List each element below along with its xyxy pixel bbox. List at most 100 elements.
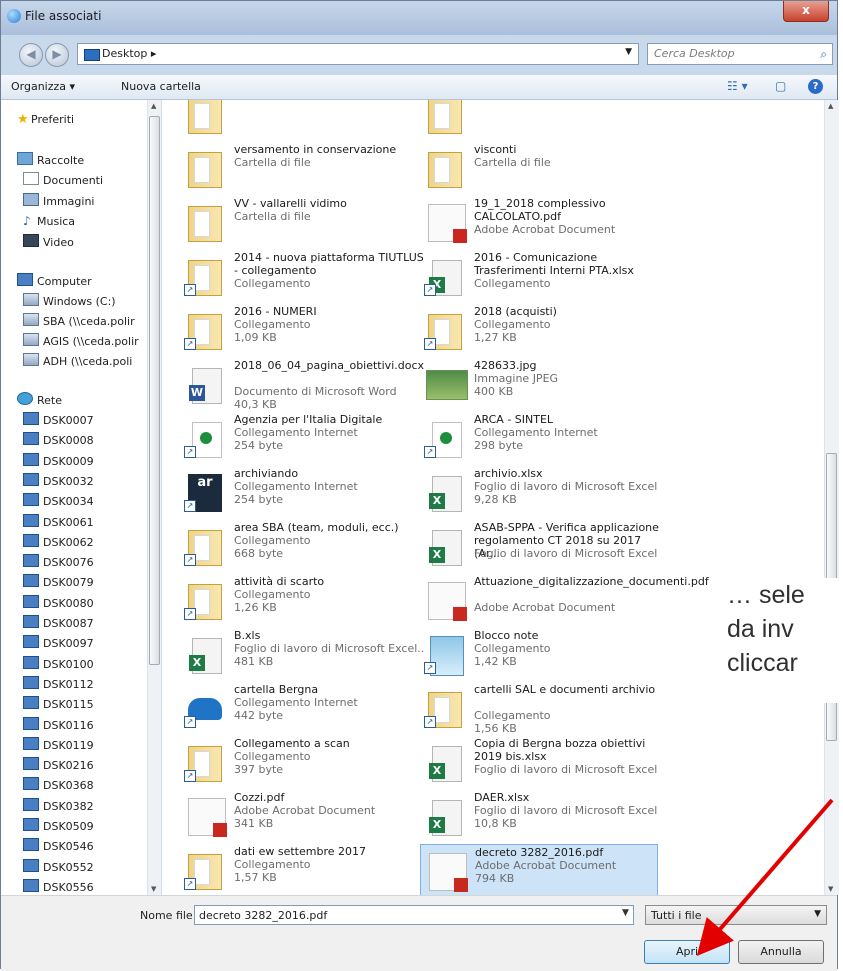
breadcrumb-chevron-icon[interactable]: ▸ bbox=[151, 47, 157, 60]
nav-host-dsk0061[interactable]: DSK0061 bbox=[23, 513, 94, 529]
scroll-up-icon[interactable]: ▲ bbox=[151, 102, 156, 110]
back-button[interactable]: ◀ bbox=[19, 43, 43, 67]
scroll-down-icon[interactable]: ▼ bbox=[151, 885, 156, 893]
file-item[interactable]: 428633.jpg Immagine JPEG 400 KB bbox=[420, 358, 658, 410]
scroll-down-icon[interactable]: ▼ bbox=[828, 885, 833, 893]
breadcrumb-desktop[interactable]: Desktop bbox=[102, 47, 147, 60]
file-item[interactable]: ↗ Collegamento a scan Collegamento 397 byte bbox=[180, 736, 418, 788]
close-button[interactable]: x bbox=[783, 1, 829, 22]
file-item[interactable]: decreto 3282_2016.pdf Adobe Acrobat Docum… bbox=[420, 844, 658, 895]
file-item[interactable]: Cartella di file bbox=[420, 100, 658, 140]
file-item[interactable]: ar ↗ archiviando Collegamento Internet 254 b… bbox=[180, 466, 418, 518]
nav-host-dsk0008[interactable]: DSK0008 bbox=[23, 432, 94, 447]
file-item[interactable]: X ↗ 2016 - Comunicazione Trasferimenti Int… bbox=[420, 250, 658, 302]
file-item[interactable]: ↗ attività di scarto Collegamento 1,26 KB bbox=[180, 574, 418, 626]
file-item[interactable]: ↗ Blocco note Collegamento 1,42 KB bbox=[420, 628, 658, 680]
file-item[interactable]: versamento in conservazione Cartella di f… bbox=[180, 142, 418, 194]
file-item[interactable]: X DAER.xlsx Foglio di lavoro di Microsoft … bbox=[420, 790, 658, 842]
address-row: ◀ ▶ Desktop ▸ ▼ ⟳ Cerca Desktop ⌕ bbox=[1, 35, 837, 75]
address-dropdown-icon[interactable]: ▼ bbox=[625, 47, 632, 57]
filename-input[interactable]: decreto 3282_2016.pdf bbox=[194, 905, 634, 925]
search-icon[interactable]: ⌕ bbox=[820, 47, 827, 62]
nav-video[interactable]: Video bbox=[23, 234, 74, 249]
preview-pane-icon[interactable]: ▢ bbox=[775, 79, 786, 93]
organize-menu[interactable]: Organizza ▾ bbox=[11, 80, 75, 93]
file-item[interactable]: ↗ ARCA - SINTEL Collegamento Internet 298 b… bbox=[420, 412, 658, 464]
nav-host-dsk0112[interactable]: DSK0112 bbox=[23, 675, 94, 691]
file-item[interactable]: X B.xls Foglio di lavoro di Microsoft Exce… bbox=[180, 628, 424, 680]
file-item[interactable]: 19_1_2018 complessivo CALCOLATO.pdf Adobe… bbox=[420, 196, 658, 248]
nav-host-dsk0546[interactable]: DSK0546 bbox=[23, 838, 94, 853]
app-icon: ar ↗ bbox=[182, 468, 228, 514]
nav-host-dsk0079[interactable]: DSK0079 bbox=[23, 574, 94, 589]
cancel-button[interactable]: Annulla bbox=[738, 940, 824, 964]
file-item[interactable]: ↗ cartella Bergna Collegamento Internet 442… bbox=[180, 682, 418, 734]
nav-host-dsk0080[interactable]: DSK0080 bbox=[23, 594, 94, 610]
file-item[interactable]: ↗ 2014 - nuova piattaforma TIUTLUS - coll… bbox=[180, 250, 424, 302]
nav-libraries[interactable]: Raccolte bbox=[17, 152, 84, 167]
nav-host-dsk0087[interactable]: DSK0087 bbox=[23, 615, 94, 630]
nav-scroll-thumb[interactable] bbox=[149, 116, 160, 665]
file-item[interactable]: Cartella di file bbox=[180, 100, 418, 140]
nav-host-dsk0100[interactable]: DSK0100 bbox=[23, 655, 94, 671]
file-item[interactable]: ↗ area SBA (team, moduli, ecc.) Collegamen… bbox=[180, 520, 418, 572]
nav-host-dsk0076[interactable]: DSK0076 bbox=[23, 554, 94, 569]
nav-favorites[interactable]: ★ Preferiti bbox=[17, 112, 74, 127]
file-item[interactable]: ↗ Agenzia per l'Italia Digitale Collegamen… bbox=[180, 412, 418, 464]
file-item[interactable]: ↗ dati ew settembre 2017 Collegamento 1,57 … bbox=[180, 844, 418, 895]
nav-scrollbar[interactable]: ▲ ▼ bbox=[147, 100, 161, 895]
nav-documenti[interactable]: Documenti bbox=[23, 172, 103, 187]
file-type-dropdown-icon[interactable]: ▼ bbox=[814, 909, 821, 919]
nav-host-dsk0009[interactable]: DSK0009 bbox=[23, 452, 94, 468]
nav-musica[interactable]: ♪ Musica bbox=[23, 214, 75, 228]
nav-drive-adh[interactable]: ADH (\\ceda.poli bbox=[23, 353, 132, 368]
nav-network[interactable]: Rete bbox=[17, 392, 62, 407]
nav-host-dsk0368[interactable]: DSK0368 bbox=[23, 777, 94, 792]
nav-immagini[interactable]: Immagini bbox=[23, 193, 94, 208]
nav-drive-c[interactable]: Windows (C:) bbox=[23, 293, 116, 308]
nav-host-dsk0509[interactable]: DSK0509 bbox=[23, 818, 94, 833]
file-detail: Collegamento bbox=[234, 588, 311, 601]
file-item[interactable]: ↗ 2018 (acquisti) Collegamento 1,27 KB bbox=[420, 304, 658, 356]
nav-drive-sba[interactable]: SBA (\\ceda.polir bbox=[23, 313, 135, 328]
file-item[interactable]: X ASAB-SPPA - Verifica applicazione regol… bbox=[420, 520, 659, 572]
nav-host-dsk0115[interactable]: DSK0115 bbox=[23, 696, 94, 711]
nav-host-dsk0556[interactable]: DSK0556 bbox=[23, 878, 94, 894]
file-item[interactable]: ↗ cartelli SAL e documenti archivio Colleg… bbox=[420, 682, 658, 735]
file-item[interactable]: ↗ 2016 - NUMERI Collegamento 1,09 KB bbox=[180, 304, 418, 356]
nav-host-dsk0382[interactable]: DSK0382 bbox=[23, 797, 94, 813]
filename-dropdown-icon[interactable]: ▼ bbox=[622, 908, 629, 918]
network-drive-icon bbox=[23, 313, 39, 326]
help-icon[interactable]: ? bbox=[808, 79, 823, 94]
nav-host-dsk0552[interactable]: DSK0552 bbox=[23, 858, 94, 874]
nav-host-dsk0216[interactable]: DSK0216 bbox=[23, 757, 94, 772]
nav-host-dsk0062[interactable]: DSK0062 bbox=[23, 533, 94, 549]
search-input[interactable]: Cerca Desktop ⌕ bbox=[647, 43, 833, 65]
nav-drive-agis[interactable]: AGIS (\\ceda.polir bbox=[23, 333, 139, 348]
file-item[interactable]: Cozzi.pdf Adobe Acrobat Document 341 KB bbox=[180, 790, 418, 842]
file-item[interactable]: visconti Cartella di file bbox=[420, 142, 658, 194]
nav-host-dsk0034[interactable]: DSK0034 bbox=[23, 493, 94, 508]
nav-host-dsk0007[interactable]: DSK0007 bbox=[23, 412, 94, 427]
file-type-select[interactable]: Tutti i file ▼ bbox=[645, 905, 827, 925]
forward-button[interactable]: ▶ bbox=[45, 43, 69, 67]
nav-host-dsk0119[interactable]: DSK0119 bbox=[23, 736, 94, 752]
file-item[interactable]: X Copia di Bergna bozza obiettivi 2019 bi… bbox=[420, 736, 658, 788]
nav-host-dsk0116[interactable]: DSK0116 bbox=[23, 716, 94, 732]
new-folder-button[interactable]: Nuova cartella bbox=[121, 80, 201, 93]
scroll-up-icon[interactable]: ▲ bbox=[828, 102, 833, 110]
file-item[interactable]: W 2018_06_04_pagina_obiettivi.docx Documen… bbox=[180, 358, 424, 411]
host-label: DSK0009 bbox=[43, 454, 94, 468]
nav-computer[interactable]: Computer bbox=[17, 273, 92, 288]
file-item[interactable]: Attuazione_digitalizzazione_documenti.pd… bbox=[420, 574, 709, 626]
file-item[interactable]: Xarchivio.xlsx Foglio di lavoro di Micros… bbox=[420, 466, 658, 518]
address-bar[interactable]: Desktop ▸ ▼ bbox=[77, 43, 639, 65]
nav-host-dsk0097[interactable]: DSK0097 bbox=[23, 635, 94, 650]
open-button[interactable]: Apri bbox=[644, 940, 730, 964]
web-shortcut-icon: ↗ bbox=[182, 414, 228, 460]
nav-host-dsk0032[interactable]: DSK0032 bbox=[23, 472, 94, 488]
command-bar: Organizza ▾ Nuova cartella ☷ ▾ ▢ ? bbox=[1, 75, 837, 100]
view-options-icon[interactable]: ☷ ▾ bbox=[727, 79, 748, 93]
file-item[interactable]: VV - vallarelli vidimo Cartella di file bbox=[180, 196, 418, 248]
file-list-scrollbar[interactable]: ▲ ▼ bbox=[824, 100, 839, 895]
